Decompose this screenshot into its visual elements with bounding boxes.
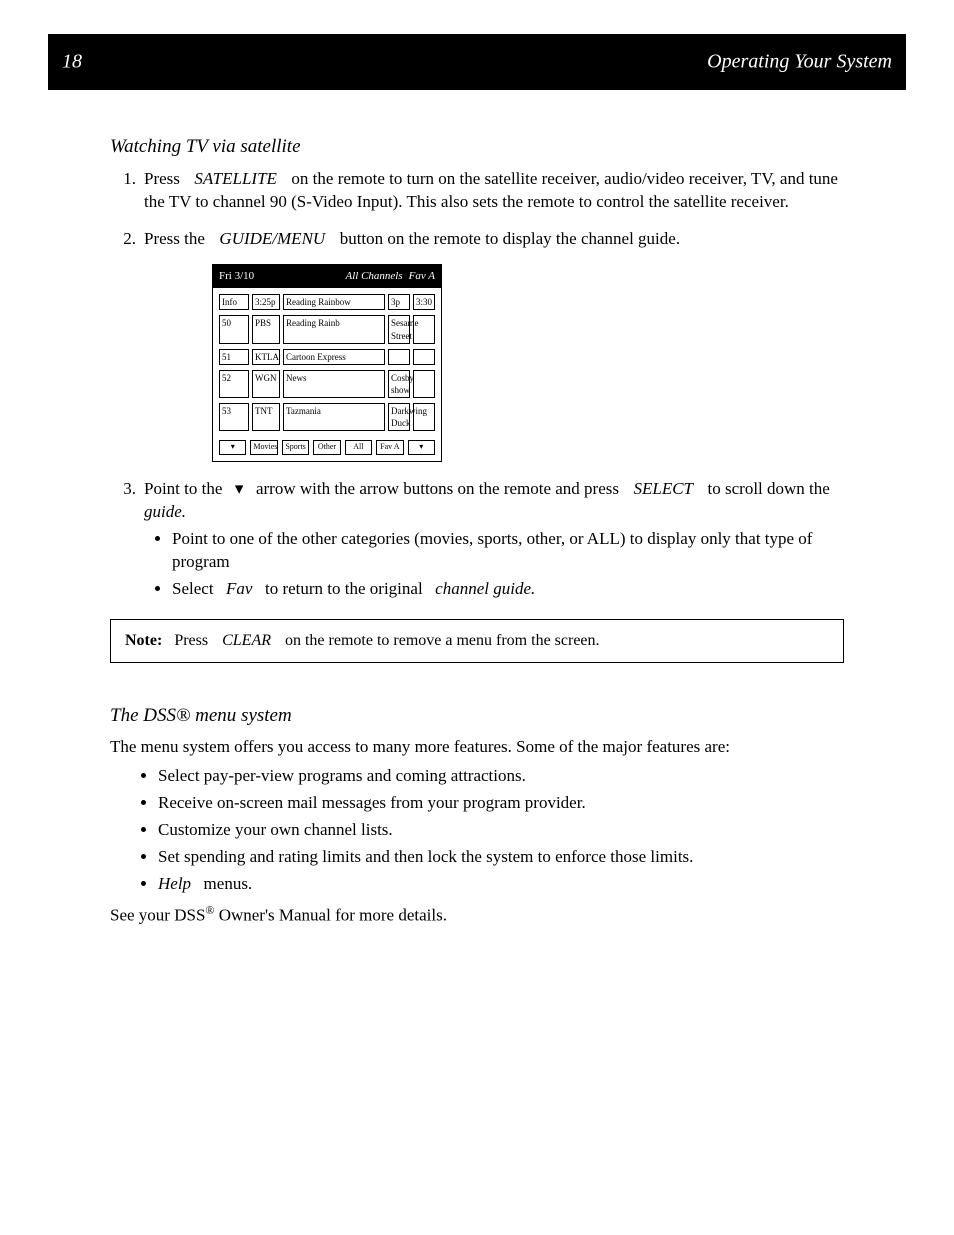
- step-1: 1. Press SATELLITE on the remote to turn…: [110, 168, 844, 214]
- step-2: 2. Press the GUIDE/MENU button on the re…: [110, 228, 844, 463]
- guide-cell: News: [283, 370, 385, 398]
- sub-item: Select Fav to return to the original cha…: [172, 578, 844, 601]
- guide-cell: 3:25p: [252, 294, 280, 310]
- guide-cell: [413, 370, 435, 398]
- guide-rows: Info 3:25p Reading Rainbow 3p 3:30 50 PB…: [213, 288, 441, 438]
- note-label: Note:: [125, 632, 162, 649]
- step-3: 3. Point to the ▾ arrow with the arrow b…: [110, 478, 844, 601]
- guide-cell: 3p: [388, 294, 410, 310]
- step-text: Point to the: [144, 479, 222, 498]
- guide-cell: 52: [219, 370, 249, 398]
- guide-cell: TNT: [252, 403, 280, 431]
- channel-guide-italic: channel guide.: [435, 579, 535, 598]
- guide-cell: 53: [219, 403, 249, 431]
- note-box: Note: Press CLEAR on the remote to remov…: [110, 619, 844, 663]
- guide-mode: All Channels: [345, 269, 402, 284]
- guide-header: Fri 3/10 All Channels Fav A: [213, 265, 441, 288]
- content: Watching TV via satellite 1. Press SATEL…: [110, 134, 844, 927]
- feature-item: Set spending and rating limits and then …: [158, 846, 844, 869]
- button-label-satellite: SATELLITE: [194, 169, 277, 188]
- sub-text: to return to the original: [265, 579, 423, 598]
- guide-row: 53 TNT Tazmania Darkwing Duck: [219, 403, 435, 431]
- guide-fav: Fav A: [409, 269, 435, 284]
- guide-cell: Info: [219, 294, 249, 310]
- feature-text: menus.: [204, 874, 253, 893]
- guide-cell: Sesame Street: [388, 315, 410, 343]
- guide-cell: PBS: [252, 315, 280, 343]
- guide-foot-cell: All: [345, 440, 372, 455]
- guide-cell: Reading Rainbow: [283, 294, 385, 310]
- button-label-select: SELECT: [634, 479, 694, 498]
- feature-item: Customize your own channel lists.: [158, 819, 844, 842]
- guide-cell: WGN: [252, 370, 280, 398]
- guide-date: Fri 3/10: [219, 269, 339, 284]
- guide-row: 51 KTLA Cartoon Express: [219, 349, 435, 365]
- see-manual: See your DSS® Owner's Manual for more de…: [110, 902, 844, 928]
- sub-list: Point to one of the other categories (mo…: [172, 528, 844, 601]
- guide-cell: Cartoon Express: [283, 349, 385, 365]
- guide-cell: 51: [219, 349, 249, 365]
- page-banner: 18 Operating Your System: [48, 34, 906, 90]
- guide-foot-cell: Sports: [282, 440, 309, 455]
- guide-italic: guide.: [144, 502, 186, 521]
- guide-row: 50 PBS Reading Rainb Sesame Street: [219, 315, 435, 343]
- guide-cell: [413, 349, 435, 365]
- guide-foot-cell: Other: [313, 440, 340, 455]
- guide-row: 52 WGN News Cosby show: [219, 370, 435, 398]
- guide-cell: 50: [219, 315, 249, 343]
- step-number: 1.: [110, 168, 136, 191]
- guide-cell: Reading Rainb: [283, 315, 385, 343]
- step-text: Press: [144, 169, 180, 188]
- step-text: arrow with the arrow buttons on the remo…: [256, 479, 619, 498]
- step-number: 3.: [110, 478, 136, 501]
- guide-cell: [413, 403, 435, 431]
- sub-item: Point to one of the other categories (mo…: [172, 528, 844, 574]
- fav-italic: Fav: [226, 579, 252, 598]
- banner-page-number: 18: [62, 49, 82, 76]
- section-heading-watching: Watching TV via satellite: [110, 134, 844, 160]
- feature-item: Receive on-screen mail messages from you…: [158, 792, 844, 815]
- button-label-guide: GUIDE/MENU: [219, 229, 325, 248]
- guide-cell: KTLA: [252, 349, 280, 365]
- help-italic: Help: [158, 874, 191, 893]
- guide-foot-cell: Fav A: [376, 440, 403, 455]
- sub-text: Select: [172, 579, 214, 598]
- step-text: to scroll down the: [708, 479, 830, 498]
- step-text: Press the: [144, 229, 205, 248]
- step-number: 2.: [110, 228, 136, 251]
- guide-cell: Tazmania: [283, 403, 385, 431]
- guide-cell: 3:30: [413, 294, 435, 310]
- step-text: button on the remote to display the chan…: [340, 229, 680, 248]
- steps-list: 1. Press SATELLITE on the remote to turn…: [110, 168, 844, 601]
- see-text: Owner's Manual for more details.: [214, 905, 447, 924]
- feature-item: Help menus.: [158, 873, 844, 896]
- note-text: Press: [174, 632, 208, 649]
- guide-cell: Darkwing Duck: [388, 403, 410, 431]
- guide-cell: [388, 349, 410, 365]
- guide-footer: ▾ Movies Sports Other All Fav A ▾: [213, 438, 441, 461]
- menu-intro: The menu system offers you access to man…: [110, 736, 844, 759]
- guide-cell: Cosby show: [388, 370, 410, 398]
- sub-text: Point to one of the other categories (mo…: [172, 529, 812, 571]
- down-arrow-icon: ▾: [235, 479, 244, 498]
- feature-item: Select pay-per-view programs and coming …: [158, 765, 844, 788]
- see-text: See your DSS: [110, 905, 205, 924]
- banner-title: Operating Your System: [707, 49, 892, 76]
- guide-foot-cell: Movies: [250, 440, 277, 455]
- guide-foot-cell: ▾: [408, 440, 435, 455]
- guide-foot-cell: ▾: [219, 440, 246, 455]
- channel-guide-figure: Fri 3/10 All Channels Fav A Info 3:25p R…: [212, 264, 442, 462]
- guide-cell: [413, 315, 435, 343]
- button-label-clear: CLEAR: [222, 632, 271, 649]
- section-heading-menu: The DSS® menu system: [110, 703, 844, 729]
- guide-row: Info 3:25p Reading Rainbow 3p 3:30: [219, 294, 435, 310]
- note-text: on the remote to remove a menu from the …: [285, 632, 600, 649]
- features-list: Select pay-per-view programs and coming …: [158, 765, 844, 896]
